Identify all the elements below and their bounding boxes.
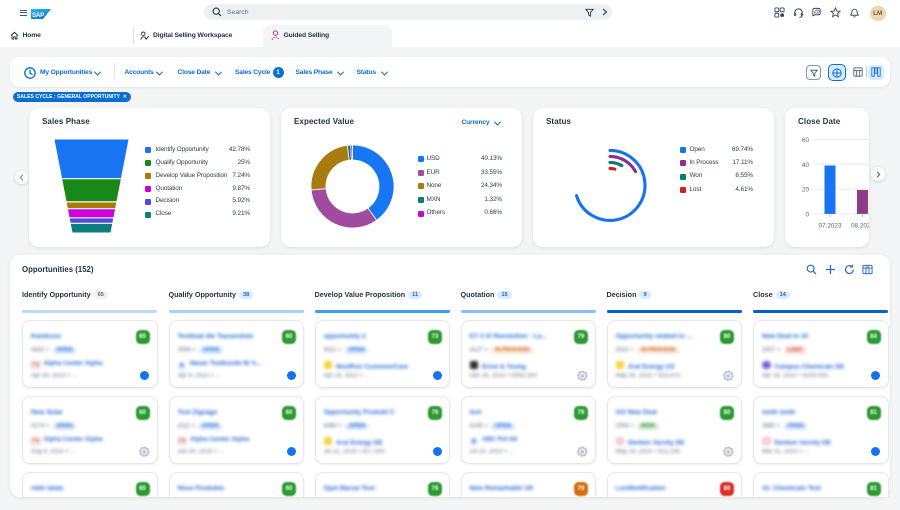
svg-text:60: 60 [802, 137, 810, 144]
svg-text:@: @ [814, 10, 820, 16]
svg-text:07.2023: 07.2023 [818, 223, 842, 230]
svg-text:40: 40 [802, 162, 810, 169]
svg-text:20: 20 [802, 187, 810, 194]
svg-text:SAP: SAP [32, 11, 44, 18]
svg-text:08.2023: 08.2023 [851, 223, 869, 230]
svg-text:0: 0 [805, 211, 809, 218]
